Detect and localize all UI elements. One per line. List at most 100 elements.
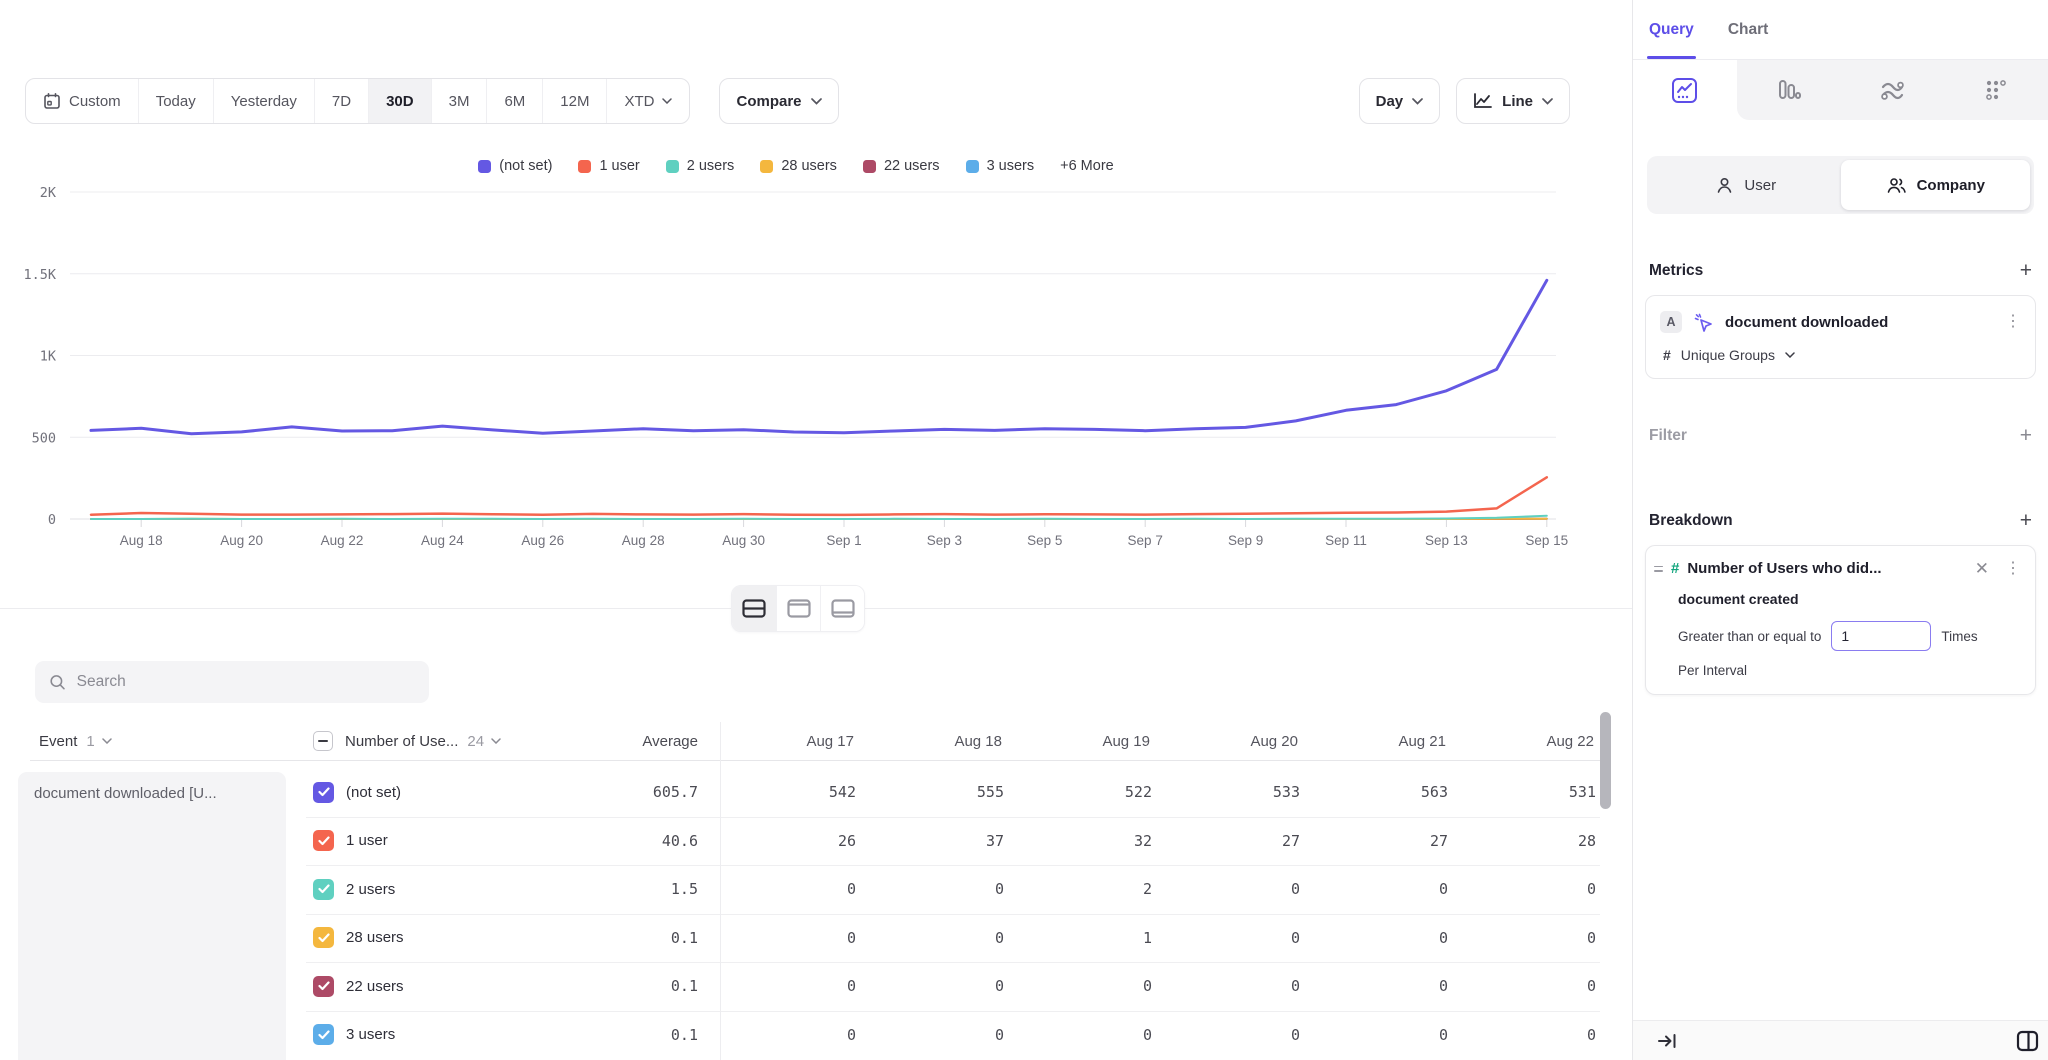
series-label-cell[interactable]: (not set) bbox=[306, 782, 556, 803]
add-filter-button[interactable]: + bbox=[2020, 425, 2032, 446]
date-range-group: CustomToday Yesterday 7D30D3M6M12MXTD bbox=[25, 78, 690, 124]
legend-item[interactable]: (not set) bbox=[478, 158, 552, 174]
compare-label: Compare bbox=[736, 93, 801, 110]
legend-item[interactable]: 3 users bbox=[966, 158, 1035, 174]
range-custom[interactable]: Custom bbox=[26, 79, 138, 123]
legend-label: 3 users bbox=[987, 158, 1035, 174]
split-view-icon[interactable] bbox=[2015, 1029, 2040, 1053]
granularity-button[interactable]: Day bbox=[1359, 78, 1441, 124]
series-checkbox[interactable] bbox=[313, 782, 334, 803]
series-checkbox[interactable] bbox=[313, 927, 334, 948]
series-label-cell[interactable]: 2 users bbox=[306, 879, 556, 900]
add-breakdown-button[interactable]: + bbox=[2020, 510, 2032, 531]
layout-top-button[interactable] bbox=[776, 586, 820, 631]
series-checkbox[interactable] bbox=[313, 976, 334, 997]
add-metric-button[interactable]: + bbox=[2020, 260, 2032, 281]
condition-value-input[interactable] bbox=[1831, 621, 1931, 651]
condition-unit-label: Times bbox=[1941, 629, 1977, 644]
event-column-header[interactable]: Event1 bbox=[0, 733, 306, 750]
data-value-cell: 32 bbox=[1016, 832, 1164, 850]
data-value-cell: 542 bbox=[720, 783, 868, 801]
series-checkbox[interactable] bbox=[313, 879, 334, 900]
scope-option-user[interactable]: User bbox=[1651, 160, 1841, 210]
metrics-section-header: Metrics + bbox=[1633, 260, 2048, 281]
series-line-2-users[interactable] bbox=[91, 516, 1547, 519]
metric-event-name[interactable]: document downloaded bbox=[1725, 314, 1994, 331]
condition-label[interactable]: Greater than or equal to bbox=[1678, 629, 1821, 644]
range-12m[interactable]: 12M bbox=[542, 79, 606, 123]
range-label: Yesterday bbox=[231, 93, 297, 110]
series-label-cell[interactable]: 3 users bbox=[306, 1024, 556, 1045]
layout-bottom-icon bbox=[831, 599, 855, 618]
series-column-header[interactable]: Number of Use...24 bbox=[306, 731, 556, 751]
layout-split-button[interactable] bbox=[732, 586, 776, 631]
range-6m[interactable]: 6M bbox=[486, 79, 542, 123]
chart-type-flow-tab[interactable] bbox=[1841, 60, 1945, 120]
y-axis-label: 2K bbox=[40, 185, 57, 201]
layout-bottom-button[interactable] bbox=[820, 586, 864, 631]
data-value-cell: 0 bbox=[868, 880, 1016, 898]
chart-type-bar-tab[interactable] bbox=[1737, 60, 1841, 120]
layout-toggle-group bbox=[731, 585, 865, 632]
range-7d[interactable]: 7D bbox=[314, 79, 368, 123]
query-panel: Query Chart User Company bbox=[1632, 0, 2048, 1060]
measure-dropdown[interactable]: Unique Groups bbox=[1681, 347, 1775, 363]
legend-item[interactable]: 2 users bbox=[666, 158, 735, 174]
average-value: 0.1 bbox=[556, 929, 720, 947]
legend-item[interactable]: 22 users bbox=[863, 158, 940, 174]
chevron-down-icon bbox=[1412, 98, 1423, 105]
drag-handle-icon[interactable] bbox=[1654, 566, 1663, 572]
compare-button[interactable]: Compare bbox=[719, 78, 838, 124]
series-label-cell[interactable]: 1 user bbox=[306, 830, 556, 851]
x-axis-label: Sep 9 bbox=[1228, 533, 1263, 548]
tab-chart[interactable]: Chart bbox=[1728, 0, 1768, 59]
data-value-cell: 0 bbox=[1312, 880, 1460, 898]
select-all-checkbox[interactable] bbox=[313, 731, 333, 751]
legend-item[interactable]: 28 users bbox=[760, 158, 837, 174]
data-value-cell: 0 bbox=[1016, 1026, 1164, 1044]
series-label-cell[interactable]: 22 users bbox=[306, 976, 556, 997]
legend-swatch bbox=[578, 160, 591, 173]
series-line--not-set-[interactable] bbox=[91, 280, 1547, 433]
table-scrollbar[interactable] bbox=[1600, 712, 1611, 809]
series-checkbox[interactable] bbox=[313, 830, 334, 851]
tab-query[interactable]: Query bbox=[1649, 0, 1694, 59]
x-axis-label: Aug 22 bbox=[321, 533, 364, 548]
range-xtd[interactable]: XTD bbox=[606, 79, 689, 123]
metric-card[interactable]: A document downloaded ⋮ # Unique Groups bbox=[1645, 295, 2036, 379]
range-30d[interactable]: 30D bbox=[368, 79, 431, 123]
range-yesterday[interactable]: Yesterday bbox=[213, 79, 314, 123]
breakdown-event-name[interactable]: document created bbox=[1678, 591, 2021, 607]
search-input[interactable] bbox=[77, 673, 415, 691]
range-3m[interactable]: 3M bbox=[431, 79, 487, 123]
data-value-cell: 522 bbox=[1016, 783, 1164, 801]
chart-type-more-tab[interactable] bbox=[1944, 60, 2048, 120]
breakdown-card-header: # Number of Users who did... ✕ ⋮ bbox=[1654, 560, 2021, 577]
y-axis-label: 500 bbox=[32, 430, 56, 446]
metric-kebab-icon[interactable]: ⋮ bbox=[2005, 314, 2021, 330]
x-axis-label: Aug 20 bbox=[220, 533, 263, 548]
chart-toolbar: CustomToday Yesterday 7D30D3M6M12MXTD Comp… bbox=[25, 78, 1570, 124]
chevron-down-icon bbox=[1785, 352, 1795, 358]
legend-label: 1 user bbox=[599, 158, 639, 174]
legend-more-button[interactable]: +6 More bbox=[1060, 158, 1114, 174]
series-label-cell[interactable]: 28 users bbox=[306, 927, 556, 948]
legend-item[interactable]: 1 user bbox=[578, 158, 639, 174]
series-checkbox[interactable] bbox=[313, 1024, 334, 1045]
legend-label: (not set) bbox=[499, 158, 552, 174]
x-axis-label: Sep 7 bbox=[1128, 533, 1163, 548]
range-today[interactable]: Today bbox=[138, 79, 213, 123]
event-name-cell[interactable]: document downloaded [U... bbox=[18, 772, 286, 1060]
filter-title: Filter bbox=[1649, 427, 1687, 445]
per-interval-label[interactable]: Per Interval bbox=[1678, 663, 2021, 678]
collapse-panel-icon[interactable] bbox=[1657, 1031, 1678, 1051]
date-column-header: Aug 18 bbox=[868, 733, 1016, 750]
series-line-1-user[interactable] bbox=[91, 477, 1547, 515]
close-icon[interactable]: ✕ bbox=[1975, 560, 1989, 577]
data-value-cell: 0 bbox=[1312, 929, 1460, 947]
breakdown-kebab-icon[interactable]: ⋮ bbox=[2005, 561, 2021, 577]
data-value-cell: 0 bbox=[1016, 977, 1164, 995]
scope-option-company[interactable]: Company bbox=[1841, 160, 2031, 210]
chart-type-line-tab[interactable] bbox=[1633, 60, 1737, 120]
chart-type-button[interactable]: Line bbox=[1456, 78, 1570, 124]
